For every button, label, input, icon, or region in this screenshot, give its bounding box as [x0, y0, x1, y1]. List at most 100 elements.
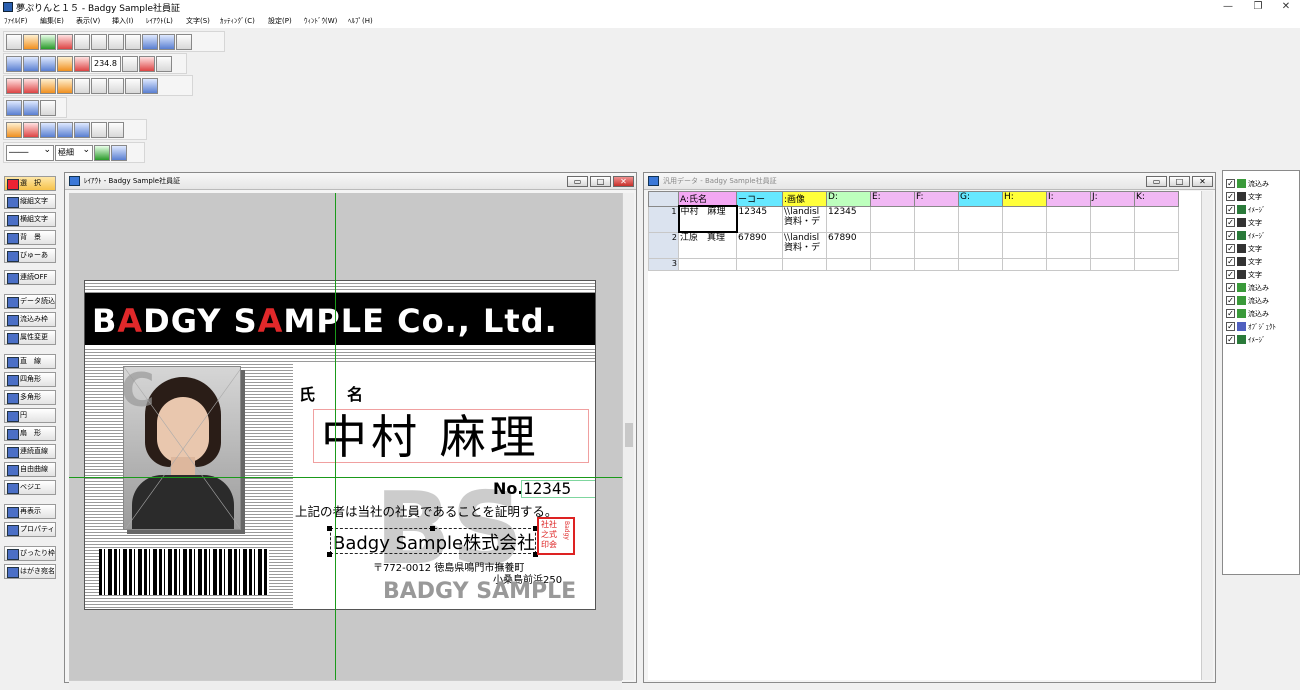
layer-checkbox[interactable]: ✓ [1226, 283, 1235, 292]
justify-icon[interactable] [57, 122, 73, 138]
move-icon[interactable] [139, 56, 155, 72]
layer-checkbox[interactable]: ✓ [1226, 270, 1235, 279]
layer-checkbox[interactable]: ✓ [1226, 231, 1235, 240]
table-cell[interactable] [826, 257, 871, 271]
tool-button[interactable]: 円 [4, 408, 56, 423]
table-cell[interactable]: 67890 [826, 231, 871, 259]
table-cell[interactable] [1134, 205, 1179, 233]
table-cell[interactable] [958, 205, 1003, 233]
ungroup-icon[interactable] [91, 78, 107, 94]
layer-checkbox[interactable]: ✓ [1226, 244, 1235, 253]
checkmark-icon[interactable] [108, 122, 124, 138]
menu-item[interactable]: ｶｯﾃｨﾝｸﾞ(C) [220, 16, 255, 26]
check-icon[interactable] [91, 34, 107, 50]
menu-item[interactable]: 文字(S) [186, 16, 210, 26]
column-header[interactable]: G: [958, 191, 1003, 207]
layer-checkbox[interactable]: ✓ [1226, 335, 1235, 344]
grid-close-button[interactable]: ✕ [1192, 176, 1213, 187]
line-color-icon[interactable] [94, 145, 110, 161]
table-cell[interactable] [914, 231, 959, 259]
layout-vertical-scrollbar[interactable] [622, 193, 634, 680]
tool-button[interactable]: 連続直線 [4, 444, 56, 459]
guide-line-vertical[interactable] [335, 193, 336, 680]
layout-horizontal-scrollbar[interactable] [69, 680, 622, 690]
vertical-text-icon[interactable] [74, 122, 90, 138]
table-cell[interactable] [1002, 205, 1047, 233]
layout-canvas[interactable]: BADGY SAMPLE Co., Ltd. C 氏 名 中村 麻理 BS No… [69, 193, 622, 680]
column-header[interactable]: I: [1046, 191, 1091, 207]
table-cell[interactable] [1134, 257, 1179, 271]
table-cell[interactable] [1090, 231, 1135, 259]
table-cell[interactable]: \\landisl 資料・デ [782, 205, 827, 233]
forward-icon[interactable] [40, 78, 56, 94]
column-header[interactable]: H: [1002, 191, 1047, 207]
save-icon[interactable] [40, 34, 56, 50]
tool-button[interactable]: 背 景 [4, 230, 56, 245]
company-seal[interactable]: 社社 之式 印会 Badgy [537, 517, 575, 555]
layer-item[interactable]: ✓ 流込み [1226, 307, 1269, 320]
table-cell[interactable] [958, 231, 1003, 259]
table-cell[interactable] [914, 205, 959, 233]
table-cell[interactable] [958, 257, 1003, 271]
tool-button[interactable]: 連続OFF [4, 270, 56, 285]
delete-icon[interactable] [142, 34, 158, 50]
row-number[interactable]: 1 [648, 205, 679, 233]
page-view-icon[interactable] [23, 100, 39, 116]
table-cell[interactable]: 67890 [736, 231, 783, 259]
menu-item[interactable]: 表示(V) [76, 16, 100, 26]
table-cell[interactable] [1090, 205, 1135, 233]
tool-button[interactable]: 選 択 [4, 176, 56, 191]
layer-item[interactable]: ✓ 流込み [1226, 294, 1269, 307]
paste-icon[interactable] [125, 34, 141, 50]
handle[interactable] [327, 552, 332, 557]
tool-button[interactable]: 属性変更 [4, 330, 56, 345]
zoom-fit-icon[interactable] [6, 56, 22, 72]
tool-button[interactable]: はがき宛名 [4, 564, 56, 579]
group-icon[interactable] [74, 78, 90, 94]
zoom-input[interactable]: 234.8 [91, 56, 121, 72]
line-style-select[interactable]: ──── [6, 143, 54, 161]
send-back-icon[interactable] [23, 78, 39, 94]
grid-view-icon[interactable] [6, 100, 22, 116]
tool-button[interactable]: 縦組文字 [4, 194, 56, 209]
unlock-icon[interactable] [125, 78, 141, 94]
tool-button[interactable]: 直 線 [4, 354, 56, 369]
align-icon[interactable] [142, 78, 158, 94]
zoom-in-icon[interactable] [23, 56, 39, 72]
open-file-icon[interactable] [23, 34, 39, 50]
row-number[interactable]: 2 [648, 231, 679, 259]
hand-icon[interactable] [156, 56, 172, 72]
menu-item[interactable]: 挿入(I) [112, 16, 134, 26]
print-preview-icon[interactable] [74, 34, 90, 50]
layer-item[interactable]: ✓ 流込み [1226, 177, 1269, 190]
grid-maximize-button[interactable]: □ [1169, 176, 1190, 187]
layer-item[interactable]: ✓ ｲﾒｰｼﾞ [1226, 229, 1266, 242]
tool-button[interactable]: 多角形 [4, 390, 56, 405]
circle-icon[interactable] [91, 122, 107, 138]
menu-item[interactable]: 設定(P) [268, 16, 292, 26]
table-cell[interactable]: 中村 麻理 [677, 205, 738, 233]
layout-minimize-button[interactable]: ▭ [567, 176, 588, 187]
backward-icon[interactable] [57, 78, 73, 94]
tool-button[interactable]: ベジエ [4, 480, 56, 495]
table-cell[interactable] [1134, 231, 1179, 259]
menu-item[interactable]: ｳｨﾝﾄﾞｳ(W) [304, 16, 337, 26]
column-header[interactable]: F: [914, 191, 959, 207]
table-cell[interactable] [870, 205, 915, 233]
row-number[interactable]: 3 [648, 257, 679, 271]
table-cell[interactable]: 12345 [736, 205, 783, 233]
align-center-icon[interactable] [23, 122, 39, 138]
lock-icon[interactable] [108, 78, 124, 94]
company-banner[interactable]: BADGY SAMPLE Co., Ltd. [85, 293, 595, 345]
restore-button[interactable]: ❐ [1244, 0, 1272, 14]
table-cell[interactable] [870, 231, 915, 259]
column-header[interactable]: A:氏名 [678, 191, 737, 207]
layer-item[interactable]: ✓ ｲﾒｰｼﾞ [1226, 203, 1266, 216]
table-cell[interactable]: 江原 真理 [678, 231, 737, 259]
table-cell[interactable] [1046, 231, 1091, 259]
minimize-button[interactable]: — [1214, 0, 1242, 14]
tool-button[interactable]: 流込み枠 [4, 312, 56, 327]
redo-icon[interactable] [176, 34, 192, 50]
layer-checkbox[interactable]: ✓ [1226, 205, 1235, 214]
table-row[interactable]: 3 [648, 257, 1179, 271]
